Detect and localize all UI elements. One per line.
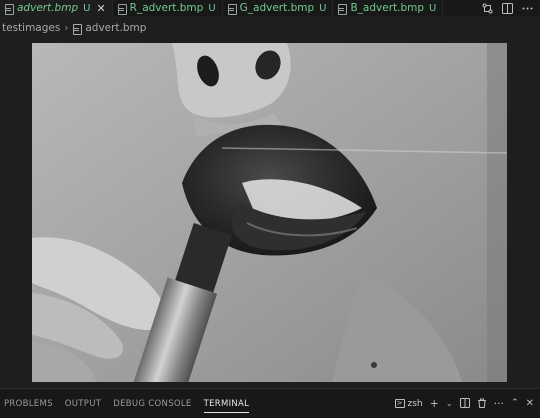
file-icon: [4, 3, 14, 15]
untracked-badge: U: [208, 2, 216, 14]
close-icon[interactable]: ✕: [526, 398, 534, 409]
tab-b-advert-bmp[interactable]: B_advert.bmp U: [333, 0, 444, 16]
more-icon[interactable]: [522, 3, 533, 14]
breadcrumb-folder[interactable]: testimages: [2, 22, 60, 34]
tab-output[interactable]: OUTPUT: [59, 389, 107, 418]
untracked-badge: U: [83, 2, 91, 14]
split-terminal-icon[interactable]: [459, 397, 470, 410]
shell-label: zsh: [407, 398, 423, 409]
editor-actions: [482, 0, 540, 16]
tab-terminal[interactable]: TERMINAL: [198, 389, 256, 418]
compare-icon[interactable]: [482, 3, 493, 14]
terminal-icon: >: [394, 399, 405, 408]
image-viewer: [0, 38, 540, 388]
tab-label: G_advert.bmp: [239, 2, 315, 14]
close-icon[interactable]: ✕: [96, 3, 105, 14]
chevron-up-icon[interactable]: ⌃: [511, 398, 519, 409]
bottom-panel: PROBLEMS OUTPUT DEBUG CONSOLE TERMINAL >…: [0, 388, 540, 418]
file-icon: [72, 23, 83, 35]
new-terminal-icon[interactable]: +: [430, 398, 439, 409]
chevron-right-icon: ›: [64, 22, 69, 34]
file-icon: [117, 3, 127, 15]
file-icon: [337, 3, 348, 15]
panel-actions: > zsh + ⌄ ··· ⌃ ✕: [394, 397, 540, 410]
split-editor-icon[interactable]: [502, 2, 513, 14]
terminal-shell-selector[interactable]: > zsh: [394, 398, 423, 409]
tab-label: advert.bmp: [17, 2, 79, 14]
tab-r-advert-bmp[interactable]: R_advert.bmp U: [113, 0, 223, 16]
editor-tab-bar: advert.bmp U ✕ R_advert.bmp U G_advert.b…: [0, 0, 540, 16]
untracked-badge: U: [429, 2, 437, 14]
trash-icon[interactable]: [477, 398, 487, 410]
file-icon: [227, 3, 237, 15]
tab-debug-console[interactable]: DEBUG CONSOLE: [107, 389, 197, 418]
more-icon[interactable]: ···: [494, 398, 505, 409]
tab-problems[interactable]: PROBLEMS: [0, 389, 59, 418]
tab-g-advert-bmp[interactable]: G_advert.bmp U: [223, 0, 334, 16]
grayscale-photo: [32, 43, 507, 382]
tab-label: R_advert.bmp: [129, 2, 204, 14]
breadcrumb: testimages › advert.bmp: [0, 18, 540, 38]
breadcrumb-file[interactable]: advert.bmp: [85, 22, 146, 34]
tab-advert-bmp[interactable]: advert.bmp U ✕: [0, 0, 113, 16]
tab-label: B_advert.bmp: [350, 2, 425, 14]
untracked-badge: U: [319, 2, 327, 14]
image-preview: [32, 43, 507, 382]
chevron-down-icon[interactable]: ⌄: [446, 398, 453, 409]
